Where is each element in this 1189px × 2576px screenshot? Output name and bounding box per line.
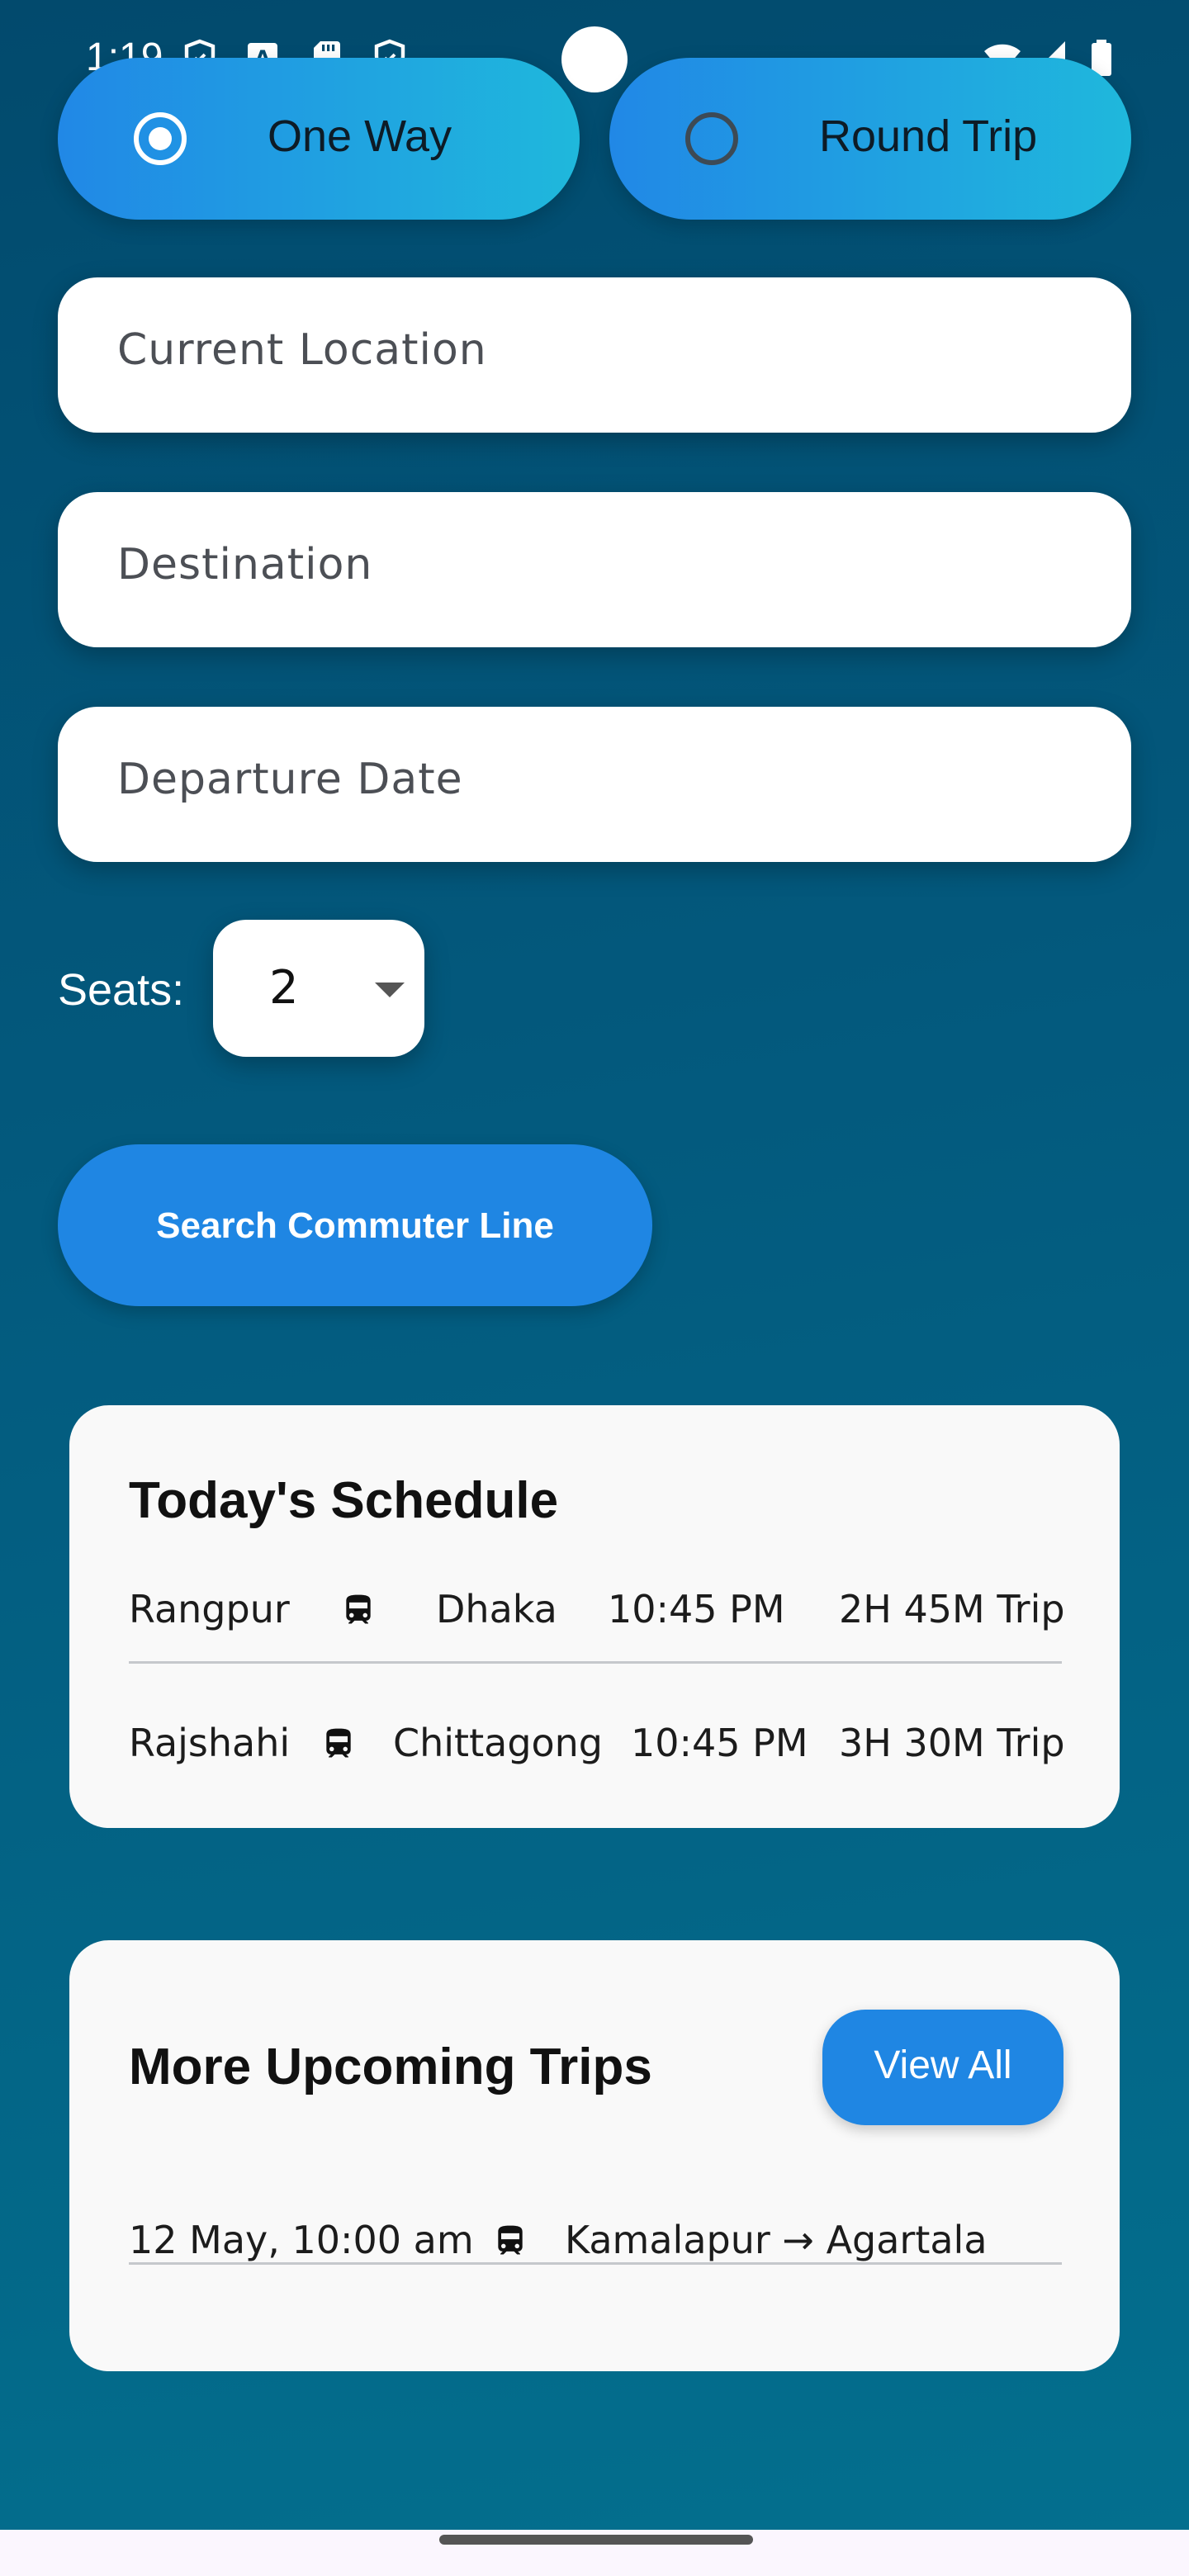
- schedule-duration: 3H 30M Trip: [839, 1721, 1065, 1765]
- destination-field[interactable]: Destination: [58, 492, 1131, 647]
- radio-unselected-icon[interactable]: [685, 112, 738, 165]
- round-trip-label: Round Trip: [819, 111, 1038, 161]
- current-location-placeholder: Current Location: [117, 325, 487, 375]
- view-all-button[interactable]: View All: [822, 2010, 1063, 2125]
- upcoming-trips-card: More Upcoming Trips View All 12 May, 10:…: [69, 1940, 1120, 2371]
- seats-value: 2: [269, 961, 299, 1015]
- one-way-label: One Way: [268, 111, 452, 161]
- schedule-row[interactable]: Rajshahi Chittagong 10:45 PM 3H 30M Trip: [129, 1709, 1065, 1775]
- train-icon: [326, 1728, 351, 1758]
- current-location-field[interactable]: Current Location: [58, 277, 1131, 433]
- destination-placeholder: Destination: [117, 540, 373, 590]
- trip-datetime: 12 May, 10:00 am: [129, 2218, 474, 2262]
- train-icon: [498, 2225, 523, 2255]
- search-commuter-line-button[interactable]: Search Commuter Line: [58, 1144, 652, 1306]
- row-divider: [129, 1661, 1062, 1664]
- schedule-to: Dhaka: [436, 1587, 557, 1631]
- round-trip-option[interactable]: Round Trip: [609, 58, 1131, 220]
- schedule-duration: 2H 45M Trip: [839, 1587, 1065, 1631]
- todays-schedule-card: Today's Schedule Rangpur Dhaka 10:45 PM …: [69, 1405, 1120, 1828]
- front-camera: [561, 26, 628, 92]
- seats-label: Seats:: [58, 965, 185, 1015]
- radio-selected-icon[interactable]: [134, 112, 187, 165]
- schedule-from: Rajshahi: [129, 1721, 291, 1765]
- app-screen: 1:19 A On: [0, 0, 1189, 2530]
- schedule-row[interactable]: Rangpur Dhaka 10:45 PM 2H 45M Trip: [129, 1575, 1065, 1641]
- schedule-from: Rangpur: [129, 1587, 290, 1631]
- one-way-option[interactable]: One Way: [58, 58, 580, 220]
- departure-date-placeholder: Departure Date: [117, 755, 463, 804]
- schedule-to: Chittagong: [393, 1721, 604, 1765]
- train-icon: [346, 1594, 371, 1624]
- schedule-time: 10:45 PM: [631, 1721, 808, 1765]
- view-all-label: View All: [874, 2043, 1012, 2087]
- upcoming-title: More Upcoming Trips: [129, 2039, 652, 2095]
- departure-date-field[interactable]: Departure Date: [58, 707, 1131, 862]
- row-divider: [129, 2262, 1062, 2265]
- home-indicator[interactable]: [439, 2535, 753, 2545]
- schedule-time: 10:45 PM: [608, 1587, 785, 1631]
- search-button-label: Search Commuter Line: [156, 1205, 554, 1246]
- trip-route: Kamalapur → Agartala: [565, 2218, 988, 2262]
- dropdown-arrow-icon: [375, 983, 405, 997]
- seats-dropdown[interactable]: 2: [213, 920, 424, 1057]
- schedule-title: Today's Schedule: [129, 1472, 559, 1529]
